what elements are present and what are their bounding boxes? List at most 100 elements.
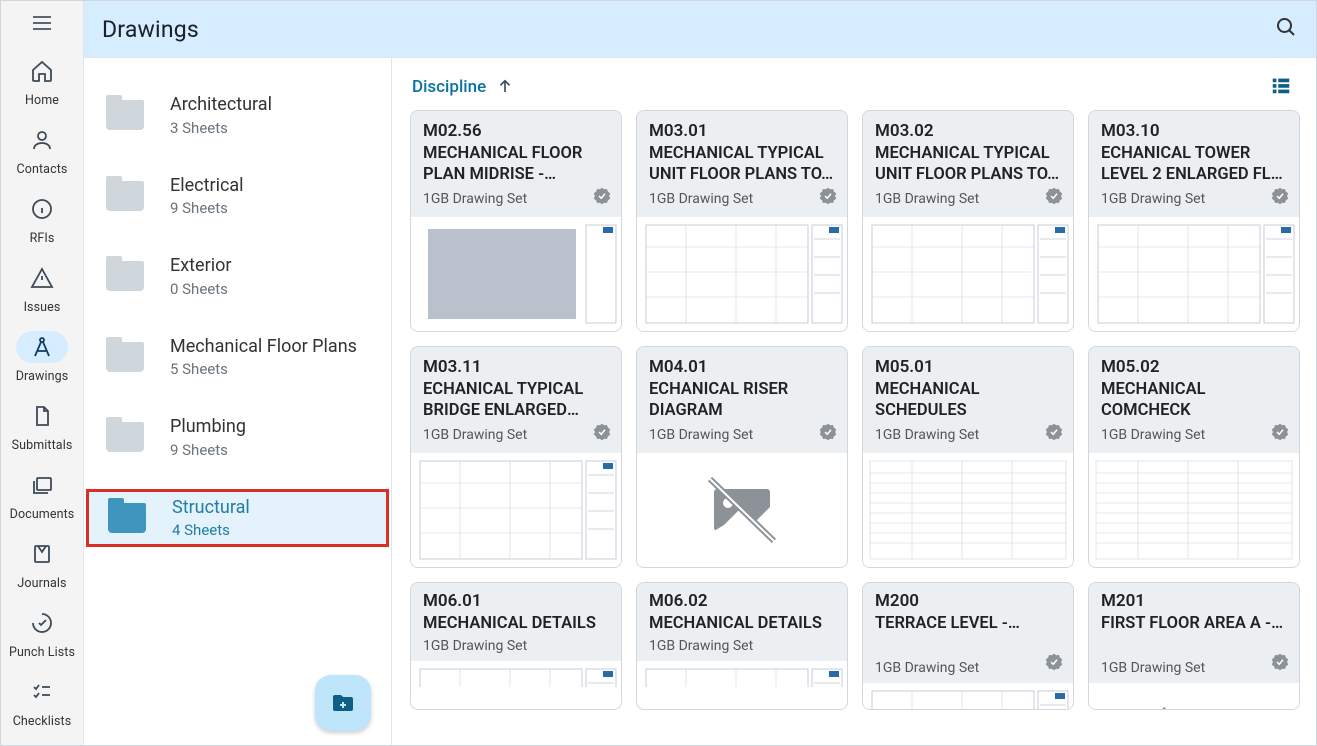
nav-documents[interactable]: Documents (1, 459, 83, 528)
sort-column-button[interactable]: Discipline (412, 77, 486, 97)
drawing-set: 1GB Drawing Set (1101, 427, 1205, 443)
document-icon (16, 400, 68, 432)
drawing-set: 1GB Drawing Set (423, 638, 527, 654)
drawing-code: M200 (875, 591, 1061, 611)
folder-mechanical[interactable]: Mechanical Floor Plans 5 Sheets (84, 328, 391, 387)
drawing-title: MECHANICAL DETAILS (423, 613, 609, 634)
menu-icon[interactable] (22, 11, 62, 35)
drawing-set: 1GB Drawing Set (423, 427, 527, 443)
drawing-thumbnail (1089, 453, 1299, 567)
folder-icon (106, 342, 144, 372)
drawing-card[interactable]: M02.56 MECHANICAL FLOOR PLAN MIDRISE - R… (410, 110, 622, 332)
folder-name: Plumbing (170, 416, 246, 439)
drawing-card[interactable]: M201 FIRST FLOOR AREA A - DUCTWORK PLAN … (1088, 582, 1300, 710)
drawing-code: M03.02 (875, 121, 1061, 141)
drawing-card[interactable]: M06.01 MECHANICAL DETAILS 1GB Drawing Se… (410, 582, 622, 710)
drawing-title: MECHANICAL SCHEDULES (875, 379, 1061, 422)
drawing-code: M05.02 (1101, 357, 1287, 377)
verified-icon (819, 423, 837, 445)
drawing-card[interactable]: M06.02 MECHANICAL DETAILS 1GB Drawing Se… (636, 582, 848, 710)
nav-contacts[interactable]: Contacts (1, 114, 83, 183)
nav-label: Home (25, 93, 59, 108)
drawing-title: MECHANICAL TYPICAL UNIT FLOOR PLANS TO… (649, 143, 835, 186)
drawing-title: MECHANICAL COMCHECK (1101, 379, 1287, 422)
folder-name: Mechanical Floor Plans (170, 336, 357, 359)
folder-sheet-count: 5 Sheets (170, 360, 357, 378)
drawing-card[interactable]: M200 TERRACE LEVEL - DUCTWORK FLOOR PL… … (862, 582, 1074, 710)
drawing-set: 1GB Drawing Set (875, 427, 979, 443)
nav-journals[interactable]: Journals (1, 528, 83, 597)
folder-exterior[interactable]: Exterior 0 Sheets (84, 247, 391, 306)
drawing-set: 1GB Drawing Set (649, 638, 753, 654)
verified-icon (1045, 423, 1063, 445)
checklist-icon (16, 676, 68, 708)
drawing-thumbnail (863, 217, 1073, 331)
folder-sheet-count: 0 Sheets (170, 280, 231, 298)
verified-icon (1271, 423, 1289, 445)
folder-plumbing[interactable]: Plumbing 9 Sheets (84, 408, 391, 467)
sidebar: Home Contacts RFIs Issues Drawings (1, 1, 84, 745)
verified-icon (819, 187, 837, 209)
folder-electrical[interactable]: Electrical 9 Sheets (84, 167, 391, 226)
nav-label: Contacts (17, 162, 68, 177)
nav-label: Submittals (12, 438, 73, 453)
drawing-code: M06.02 (649, 591, 835, 611)
nav-label: Documents (10, 507, 75, 522)
drawing-title: FIRST FLOOR AREA A - DUCTWORK PLAN (1101, 613, 1287, 634)
search-icon[interactable] (1274, 15, 1298, 43)
drawing-card[interactable]: M03.10 ECHANICAL TOWER LEVEL 2 ENLARGED … (1088, 110, 1300, 332)
folder-architectural[interactable]: Architectural 3 Sheets (84, 86, 391, 145)
nav-drawings[interactable]: Drawings (1, 321, 83, 390)
drawing-thumbnail (1089, 217, 1299, 331)
drawing-card[interactable]: M03.11 ECHANICAL TYPICAL BRIDGE ENLARGED… (410, 346, 622, 568)
home-icon (16, 55, 68, 87)
nav-home[interactable]: Home (1, 45, 83, 114)
drawing-card[interactable]: M05.02 MECHANICAL COMCHECK 1GB Drawing S… (1088, 346, 1300, 568)
folder-icon (106, 261, 144, 291)
drawing-set: 1GB Drawing Set (423, 191, 527, 207)
add-folder-button[interactable] (315, 675, 371, 731)
drawing-card[interactable]: M03.02 MECHANICAL TYPICAL UNIT FLOOR PLA… (862, 110, 1074, 332)
nav-label: Journals (17, 576, 66, 591)
drawing-grid: M02.56 MECHANICAL FLOOR PLAN MIDRISE - R… (410, 110, 1306, 718)
drawing-code: M201 (1101, 591, 1287, 611)
folder-structural[interactable]: Structural 4 Sheets (86, 489, 389, 548)
drawing-thumbnail (637, 217, 847, 331)
main: Drawings Architectural 3 Sheets (84, 1, 1316, 745)
drawing-set: 1GB Drawing Set (1101, 191, 1205, 207)
folders-icon (16, 469, 68, 501)
list-view-icon[interactable] (1270, 74, 1292, 100)
drawing-thumbnail (637, 661, 847, 687)
folder-icon (106, 422, 144, 452)
compass-icon (16, 331, 68, 363)
folder-panel: Architectural 3 Sheets Electrical 9 Shee… (84, 58, 392, 745)
drawing-card[interactable]: M04.01 ECHANICAL RISER DIAGRAM 1GB Drawi… (636, 346, 848, 568)
verified-icon (1271, 653, 1289, 675)
nav-submittals[interactable]: Submittals (1, 390, 83, 459)
nav-rfis[interactable]: RFIs (1, 183, 83, 252)
drawing-thumbnail (411, 661, 621, 687)
folder-sheet-count: 9 Sheets (170, 441, 246, 459)
arrow-up-icon[interactable] (496, 77, 514, 100)
drawing-set: 1GB Drawing Set (649, 191, 753, 207)
nav-issues[interactable]: Issues (1, 252, 83, 321)
nav-label: Drawings (16, 369, 69, 384)
nav-punch-lists[interactable]: Punch Lists (1, 597, 83, 666)
verified-icon (1045, 653, 1063, 675)
nav-checklists[interactable]: Checklists (1, 666, 83, 735)
topbar: Drawings (84, 1, 1316, 58)
verified-icon (593, 187, 611, 209)
nav-requisition[interactable]: Requisition (1, 735, 83, 746)
folder-sheet-count: 3 Sheets (170, 119, 272, 137)
drawing-code: M03.01 (649, 121, 835, 141)
drawing-set: 1GB Drawing Set (875, 191, 979, 207)
drawing-thumbnail (863, 683, 1073, 709)
verified-icon (1045, 187, 1063, 209)
nav-label: Issues (24, 300, 61, 315)
drawing-card[interactable]: M03.01 MECHANICAL TYPICAL UNIT FLOOR PLA… (636, 110, 848, 332)
person-icon (16, 124, 68, 156)
drawing-code: M03.11 (423, 357, 609, 377)
drawing-card[interactable]: M05.01 MECHANICAL SCHEDULES 1GB Drawing … (862, 346, 1074, 568)
folder-name: Architectural (170, 94, 272, 117)
drawing-set: 1GB Drawing Set (649, 427, 753, 443)
